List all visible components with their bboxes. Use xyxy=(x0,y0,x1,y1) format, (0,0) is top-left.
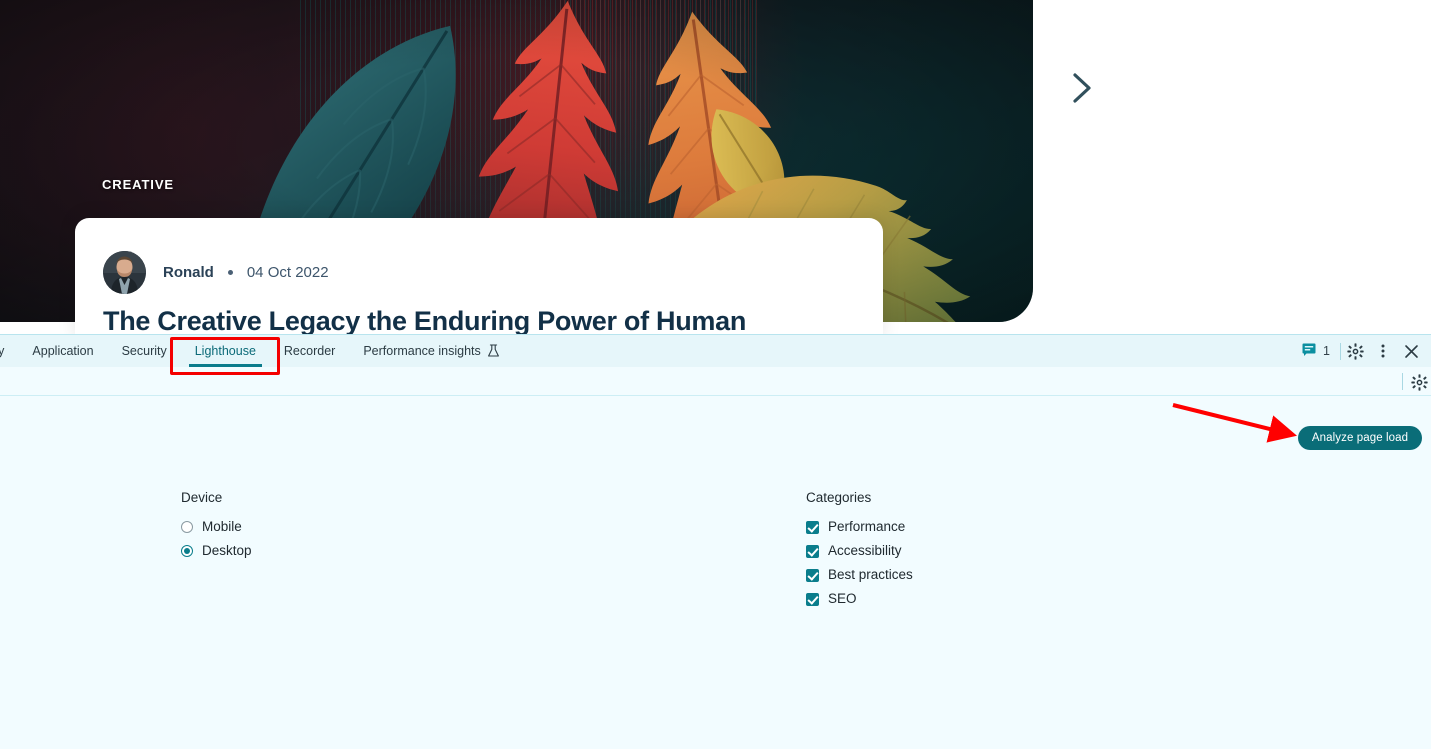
radio-mobile-input[interactable] xyxy=(181,521,193,533)
tab-security[interactable]: Security xyxy=(108,335,181,367)
gear-icon[interactable] xyxy=(1406,370,1431,394)
radio-option-desktop[interactable]: Desktop xyxy=(181,539,252,563)
tab-label: Lighthouse xyxy=(194,344,256,358)
devtools-tabbar: ry Application Security Lighthouse Recor… xyxy=(0,335,1431,367)
tab-lighthouse[interactable]: Lighthouse xyxy=(181,335,270,367)
radio-desktop-input[interactable] xyxy=(181,545,193,557)
checkbox-seo-label: SEO xyxy=(828,591,857,607)
device-section-title: Device xyxy=(181,490,223,505)
tab-label: Performance insights xyxy=(363,344,481,358)
webpage-content: CREATIVE Ronald 04 Oct 2022 The Creative… xyxy=(0,0,1431,340)
checkbox-seo-input[interactable] xyxy=(806,592,819,606)
tab-performance-insights[interactable]: Performance insights xyxy=(349,335,513,367)
close-x-icon[interactable] xyxy=(1397,337,1425,365)
device-section: Device Mobile Desktop xyxy=(181,490,252,563)
screenshot-root: CREATIVE Ronald 04 Oct 2022 The Creative… xyxy=(0,0,1431,749)
subbar-divider xyxy=(1402,373,1403,390)
checkbox-option-accessibility[interactable]: Accessibility xyxy=(806,539,913,563)
meta-separator-dot xyxy=(227,270,233,275)
issues-message-icon xyxy=(1302,343,1316,359)
post-title: The Creative Legacy the Enduring Power o… xyxy=(103,306,747,336)
checkbox-option-seo[interactable]: SEO xyxy=(806,587,913,611)
devtools-toolbar-actions: 1 xyxy=(1298,335,1431,367)
avatar xyxy=(103,251,146,294)
radio-mobile-label: Mobile xyxy=(202,519,242,535)
checkbox-option-best-practices[interactable]: Best practices xyxy=(806,563,913,587)
three-dots-vertical-icon[interactable] xyxy=(1369,337,1397,365)
post-meta-row: Ronald 04 Oct 2022 xyxy=(103,251,329,294)
checkbox-best-practices-label: Best practices xyxy=(828,567,913,583)
issues-count: 1 xyxy=(1323,344,1330,358)
checkbox-option-performance[interactable]: Performance xyxy=(806,515,913,539)
post-author: Ronald xyxy=(163,264,214,281)
tab-label: ry xyxy=(0,344,5,358)
issues-counter[interactable]: 1 xyxy=(1298,343,1340,359)
checkbox-accessibility-label: Accessibility xyxy=(828,543,902,559)
lighthouse-subtoolbar xyxy=(0,367,1431,396)
tab-label: Recorder xyxy=(283,344,336,358)
tab-label: Application xyxy=(32,344,94,358)
radio-option-mobile[interactable]: Mobile xyxy=(181,515,252,539)
checkbox-performance-label: Performance xyxy=(828,519,906,535)
post-date: 04 Oct 2022 xyxy=(246,264,329,281)
checkbox-accessibility-input[interactable] xyxy=(806,544,819,558)
flask-icon xyxy=(487,344,500,358)
tab-recorder[interactable]: Recorder xyxy=(270,335,349,367)
lighthouse-start-view xyxy=(0,396,1431,749)
categories-section-title: Categories xyxy=(806,490,872,505)
categories-section: Categories Performance Accessibility Bes… xyxy=(806,490,913,611)
radio-desktop-label: Desktop xyxy=(202,543,252,559)
checkbox-best-practices-input[interactable] xyxy=(806,568,819,582)
chevron-right-icon[interactable] xyxy=(1063,68,1103,108)
tab-memory[interactable]: ry xyxy=(0,335,18,367)
hero-eyebrow-label: CREATIVE xyxy=(102,177,174,192)
checkbox-performance-input[interactable] xyxy=(806,520,819,534)
gear-icon[interactable] xyxy=(1341,337,1369,365)
tab-label: Security xyxy=(121,344,167,358)
tab-application[interactable]: Application xyxy=(18,335,107,367)
post-card: Ronald 04 Oct 2022 The Creative Legacy t… xyxy=(75,218,883,340)
analyze-page-load-button[interactable]: Analyze page load xyxy=(1298,426,1422,450)
